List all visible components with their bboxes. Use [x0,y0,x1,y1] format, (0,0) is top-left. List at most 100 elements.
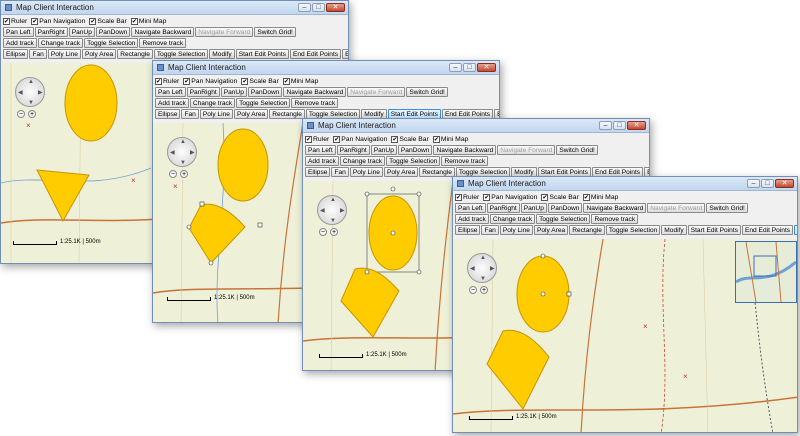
navigate-forward-button[interactable]: Navigate Forward [647,203,706,213]
pandown-button[interactable]: PanDown [547,203,583,213]
zoom-out-button[interactable]: − [319,228,327,236]
pan-left-button[interactable]: Pan Left [3,27,34,37]
mini-map-checkbox[interactable]: ✔ Mini Map [130,17,166,25]
navigate-backward-button[interactable]: Navigate Backward [583,203,647,213]
checkbox-box[interactable]: ✔ [305,135,312,143]
toggle-selection-button[interactable]: Toggle Selection [236,98,291,108]
panup-button[interactable]: PanUp [220,87,247,97]
change-track-button[interactable]: Change track [37,38,84,48]
panright-button[interactable]: PanRight [336,145,370,155]
minimize-button[interactable]: – [599,121,612,130]
checkbox-box[interactable]: ✔ [282,77,290,85]
pan-left-button[interactable]: Pan Left [155,87,186,97]
poly-area-button[interactable]: Poly Area [533,225,569,235]
change-track-button[interactable]: Change track [339,156,386,166]
panright-button[interactable]: PanRight [186,87,220,97]
ruler-checkbox[interactable]: ✔ Ruler [305,135,329,143]
zoom-in-button[interactable]: + [480,286,488,294]
pandown-button[interactable]: PanDown [247,87,283,97]
checkbox-box[interactable]: ✔ [89,17,97,25]
checkbox-box[interactable]: ✔ [31,17,39,25]
close-button[interactable]: ✕ [326,3,345,12]
poly-area-button[interactable]: Poly Area [383,167,419,177]
pan-control[interactable]: ▲ ▼ ◀ ▶ [317,195,347,225]
minimize-button[interactable]: – [747,179,760,188]
toggle-selection-button[interactable]: Toggle Selection [84,38,139,48]
switch-grid-button[interactable]: Switch Grid! [254,27,296,37]
switch-grid-button[interactable]: Switch Grid! [406,87,448,97]
start-edit-points-button[interactable]: Start Edit Points [687,225,741,235]
fan-shape[interactable] [36,169,90,223]
fan-button[interactable]: Fan [181,109,199,119]
checkbox-box[interactable]: ✔ [155,77,162,85]
change-track-button[interactable]: Change track [189,98,236,108]
navigate-forward-button[interactable]: Navigate Forward [195,27,254,37]
edit-pts-cmnd-button[interactable]: Edit Pts Cmnd [794,225,797,235]
rectangle-button[interactable]: Rectangle [569,225,605,235]
fan-button[interactable]: Fan [29,49,47,59]
add-track-button[interactable]: Add track [3,38,37,48]
poly-line-button[interactable]: Poly Line [499,225,533,235]
close-button[interactable]: ✕ [775,179,794,188]
pandown-button[interactable]: PanDown [95,27,131,37]
scale-bar-checkbox[interactable]: ✔ Scale Bar [541,193,579,201]
checkbox-box[interactable]: ✔ [241,77,249,85]
checkbox-box[interactable]: ✔ [582,193,590,201]
ellipse-button[interactable]: Ellipse [305,167,331,177]
pan-navigation-checkbox[interactable]: ✔ Pan Navigation [333,135,387,143]
modify-button[interactable]: Modify [209,49,235,59]
zoom-out-button[interactable]: − [17,110,25,118]
scale-bar-checkbox[interactable]: ✔ Scale Bar [89,17,127,25]
panup-button[interactable]: PanUp [520,203,547,213]
ellipse-shape[interactable] [217,128,269,202]
edit-pts-cmnd-button[interactable]: Edit Pts Cmnd [342,49,348,59]
poly-line-button[interactable]: Poly Line [47,49,81,59]
checkbox-box[interactable]: ✔ [391,135,399,143]
maximize-button[interactable]: □ [463,63,476,72]
fan-button[interactable]: Fan [481,225,499,235]
zoom-in-button[interactable]: + [28,110,36,118]
checkbox-box[interactable]: ✔ [183,77,191,85]
navigate-forward-button[interactable]: Navigate Forward [347,87,406,97]
checkbox-box[interactable]: ✔ [3,17,10,25]
zoom-in-button[interactable]: + [330,228,338,236]
pan-left-button[interactable]: Pan Left [305,145,336,155]
poly-line-button[interactable]: Poly Line [349,167,383,177]
close-button[interactable]: ✕ [627,121,646,130]
ruler-checkbox[interactable]: ✔ Ruler [3,17,27,25]
poly-area-button[interactable]: Poly Area [81,49,117,59]
ruler-checkbox[interactable]: ✔ Ruler [155,77,179,85]
fan-shape[interactable] [340,267,400,338]
modify-button[interactable]: Modify [661,225,687,235]
fan-button[interactable]: Fan [331,167,349,177]
pandown-button[interactable]: PanDown [397,145,433,155]
ellipse-button[interactable]: Ellipse [155,109,181,119]
panright-button[interactable]: PanRight [486,203,520,213]
checkbox-box[interactable]: ✔ [432,135,440,143]
mini-map-checkbox[interactable]: ✔ Mini Map [582,193,618,201]
maximize-button[interactable]: □ [613,121,626,130]
toggle-selection-button[interactable]: Toggle Selection [153,49,209,59]
add-track-button[interactable]: Add track [455,214,489,224]
maximize-button[interactable]: □ [312,3,325,12]
remove-track-button[interactable]: Remove track [291,98,339,108]
pan-navigation-checkbox[interactable]: ✔ Pan Navigation [183,77,237,85]
toggle-selection-button[interactable]: Toggle Selection [605,225,661,235]
switch-grid-button[interactable]: Switch Grid! [706,203,748,213]
end-edit-points-button[interactable]: End Edit Points [289,49,342,59]
minimize-button[interactable]: – [298,3,311,12]
remove-track-button[interactable]: Remove track [441,156,489,166]
remove-track-button[interactable]: Remove track [591,214,639,224]
pan-control[interactable]: ▲ ▼ ◀ ▶ [467,253,497,283]
start-edit-points-button[interactable]: Start Edit Points [235,49,289,59]
change-track-button[interactable]: Change track [489,214,536,224]
zoom-out-button[interactable]: − [169,170,177,178]
poly-line-button[interactable]: Poly Line [199,109,233,119]
rectangle-button[interactable]: Rectangle [419,167,455,177]
fan-shape[interactable] [188,203,246,264]
navigate-backward-button[interactable]: Navigate Backward [283,87,347,97]
fan-shape[interactable] [486,329,550,410]
pan-control[interactable]: ▲ ▼ ◀ ▶ [167,137,197,167]
mini-map[interactable] [735,241,797,303]
switch-grid-button[interactable]: Switch Grid! [556,145,598,155]
